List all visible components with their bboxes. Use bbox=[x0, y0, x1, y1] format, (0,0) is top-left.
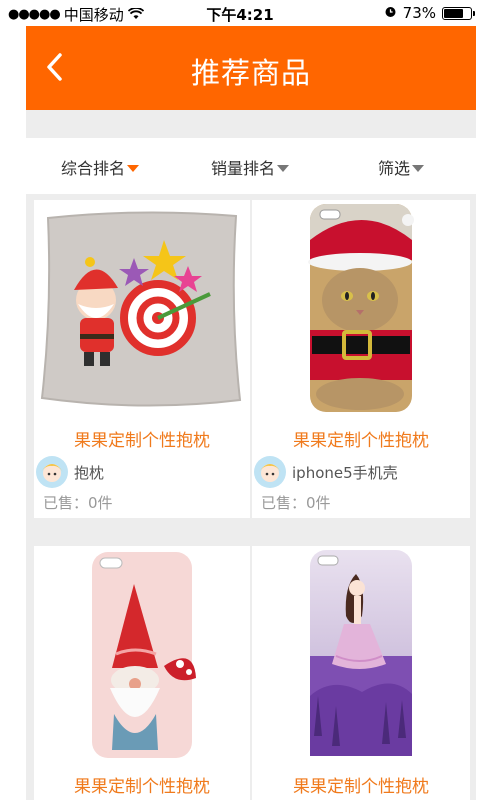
sold-count: 已售：0件 bbox=[43, 494, 113, 512]
sort-overall-label: 综合排名 bbox=[61, 159, 126, 178]
sort-sales-label: 销量排名 bbox=[211, 159, 276, 178]
author-name: 抱枕 bbox=[74, 463, 105, 482]
product-author: 抱枕 bbox=[36, 456, 104, 488]
author-name: iphone5手机壳 bbox=[292, 463, 398, 482]
filter-button[interactable]: 筛选 bbox=[378, 155, 425, 179]
product-title: 果果定制个性抱枕 bbox=[74, 431, 210, 451]
phone-case-cat-image[interactable] bbox=[252, 200, 470, 418]
header-divider bbox=[26, 110, 476, 138]
product-title: 果果定制个性抱枕 bbox=[74, 777, 210, 797]
alarm-icon bbox=[384, 4, 397, 22]
status-bar: ●●●●● 中国移动 下午4:21 73% bbox=[0, 0, 480, 26]
caret-down-icon bbox=[412, 165, 425, 172]
filter-label: 筛选 bbox=[378, 159, 411, 178]
page-title: 推荐商品 bbox=[190, 56, 311, 90]
app-header: 推荐商品 bbox=[26, 26, 476, 110]
status-right: 73% bbox=[384, 4, 475, 22]
product-card[interactable]: 果果定制个性抱枕 bbox=[252, 546, 470, 800]
product-card[interactable]: 果果定制个性抱枕 bbox=[34, 546, 250, 800]
sort-sales-button[interactable]: 销量排名 bbox=[211, 155, 290, 179]
sold-count: 已售：0件 bbox=[261, 494, 331, 512]
product-title: 果果定制个性抱枕 bbox=[293, 777, 429, 797]
caret-down-icon bbox=[277, 165, 290, 172]
battery-percent: 73% bbox=[402, 4, 436, 22]
phone-case-girl-image[interactable] bbox=[252, 546, 470, 762]
sort-bar: 综合排名 销量排名 筛选 bbox=[26, 138, 476, 194]
avatar bbox=[36, 456, 68, 488]
battery-fill bbox=[444, 8, 463, 18]
phone-case-gnome-image[interactable] bbox=[34, 546, 250, 762]
sort-overall-button[interactable]: 综合排名 bbox=[61, 155, 140, 179]
product-card[interactable]: 果果定制个性抱枕 抱枕 已售：0件 bbox=[34, 200, 250, 518]
avatar bbox=[254, 456, 286, 488]
product-author: iphone5手机壳 bbox=[254, 456, 398, 488]
battery-icon bbox=[442, 6, 475, 20]
caret-down-icon bbox=[127, 165, 140, 172]
product-title: 果果定制个性抱枕 bbox=[293, 431, 429, 451]
product-card[interactable]: 果果定制个性抱枕 iphone5手机壳 已售：0件 bbox=[252, 200, 470, 518]
pillow-santa-image[interactable] bbox=[34, 200, 250, 418]
